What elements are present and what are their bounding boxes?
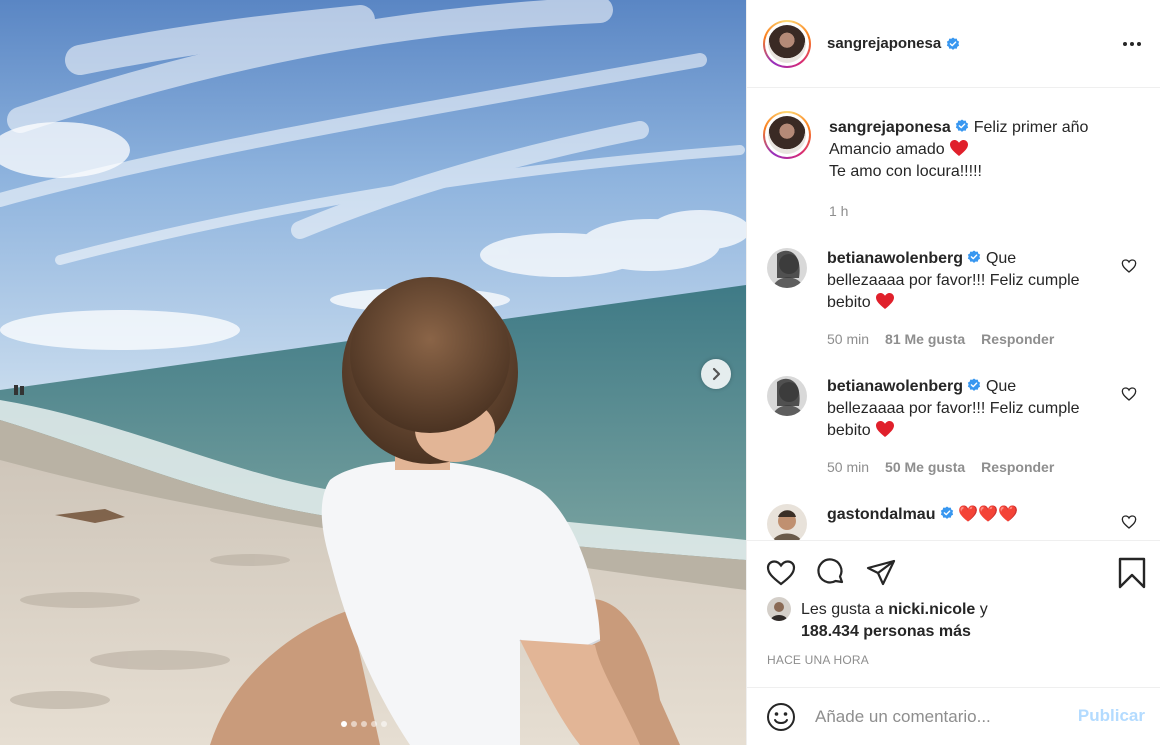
liker-avatar-image bbox=[767, 597, 791, 621]
caption-avatar[interactable] bbox=[768, 116, 806, 154]
carousel-dot bbox=[381, 721, 387, 727]
comment-username[interactable]: betianawolenberg bbox=[827, 378, 963, 395]
carousel-dot-active bbox=[341, 721, 347, 727]
comment-meta: 50 min 50 Me gusta Responder bbox=[827, 456, 1097, 478]
reply-button[interactable]: Responder bbox=[981, 456, 1054, 478]
likes-text: Les gusta a nicki.nicole y 188.434 perso… bbox=[801, 599, 988, 643]
caption-time[interactable]: 1 h bbox=[829, 200, 848, 222]
heart-outline-icon[interactable] bbox=[1121, 258, 1137, 274]
liker-username[interactable]: nicki.nicole bbox=[888, 601, 975, 618]
commenter-avatar[interactable] bbox=[767, 376, 807, 416]
carousel-dot bbox=[371, 721, 377, 727]
likes-summary: Les gusta a nicki.nicole y 188.434 perso… bbox=[767, 597, 988, 643]
comment-icon[interactable] bbox=[815, 557, 847, 589]
heart-outline-icon[interactable] bbox=[765, 557, 797, 589]
add-comment-bar: Publicar bbox=[747, 687, 1160, 745]
add-comment-input[interactable] bbox=[815, 707, 1065, 727]
commenter-avatar[interactable] bbox=[767, 248, 807, 288]
commenter-avatar-image bbox=[767, 376, 807, 416]
verified-badge-icon bbox=[968, 378, 981, 391]
comment-username[interactable]: gastondalmau bbox=[827, 506, 935, 523]
caption-meta: 1 h bbox=[829, 200, 1119, 222]
comment-meta: 50 min 81 Me gusta Responder bbox=[827, 328, 1097, 350]
bookmark-icon[interactable] bbox=[1117, 557, 1147, 589]
story-ring[interactable] bbox=[763, 19, 811, 68]
reply-button[interactable]: Responder bbox=[981, 328, 1054, 350]
caption-body: sangrejaponesa Feliz primer año Amancio … bbox=[829, 117, 1119, 222]
comment-likes[interactable]: 50 Me gusta bbox=[885, 456, 965, 478]
likes-prefix: Les gusta a bbox=[801, 601, 884, 618]
verified-badge-icon bbox=[956, 119, 969, 132]
comment-body: betianawolenberg Que bellezaaaa por favo… bbox=[827, 376, 1097, 478]
comment-item: betianawolenberg Que bellezaaaa por favo… bbox=[763, 376, 1145, 478]
paper-plane-icon[interactable] bbox=[865, 557, 897, 589]
caption-text-line3: Te amo con locura!!!!! bbox=[829, 163, 982, 180]
more-options-button[interactable] bbox=[1120, 34, 1144, 54]
comment-item: betianawolenberg Que bellezaaaa por favo… bbox=[763, 248, 1145, 350]
publish-button[interactable]: Publicar bbox=[1078, 706, 1145, 726]
author-username-row: sangrejaponesa bbox=[827, 35, 960, 52]
comment-time[interactable]: 50 min bbox=[827, 456, 869, 478]
post-footer: Les gusta a nicki.nicole y 188.434 perso… bbox=[747, 540, 1160, 745]
carousel-dot bbox=[361, 721, 367, 727]
carousel-dot bbox=[351, 721, 357, 727]
verified-badge-icon bbox=[940, 506, 954, 519]
post-timestamp[interactable]: HACE UNA HORA bbox=[767, 653, 869, 667]
heart-outline-icon[interactable] bbox=[1121, 514, 1137, 530]
author-avatar[interactable] bbox=[768, 24, 806, 63]
comment-text: ❤️❤️❤️ bbox=[958, 506, 1019, 523]
post-sidebar: sangrejaponesa sangrejaponesa Feliz prim… bbox=[746, 0, 1160, 745]
commenter-avatar-image bbox=[767, 248, 807, 288]
likes-others[interactable]: 188.434 personas más bbox=[801, 623, 971, 640]
red-heart-emoji-icon bbox=[876, 421, 895, 437]
more-horizontal-icon bbox=[1123, 42, 1127, 46]
comments-list[interactable]: sangrejaponesa Feliz primer año Amancio … bbox=[747, 89, 1160, 540]
red-heart-emoji-icon bbox=[876, 293, 895, 309]
commenter-avatar-image bbox=[767, 504, 807, 540]
comment-time[interactable]: 50 min bbox=[827, 328, 869, 350]
comment-likes[interactable]: 81 Me gusta bbox=[885, 328, 965, 350]
liker-avatar[interactable] bbox=[767, 597, 791, 621]
verified-badge-icon bbox=[968, 250, 981, 263]
emoji-smile-icon[interactable] bbox=[765, 701, 797, 733]
heart-outline-icon[interactable] bbox=[1121, 386, 1137, 402]
caption-text-line1: Feliz primer año bbox=[973, 119, 1089, 136]
action-bar bbox=[765, 557, 897, 589]
caption: sangrejaponesa Feliz primer año Amancio … bbox=[763, 111, 1145, 222]
beach-photo-scene bbox=[0, 0, 746, 745]
comment-body: gastondalmau ❤️❤️❤️ bbox=[827, 504, 1097, 540]
verified-badge-icon bbox=[947, 36, 960, 50]
caption-story-ring[interactable] bbox=[763, 111, 811, 159]
caption-username[interactable]: sangrejaponesa bbox=[829, 119, 951, 136]
carousel-indicator bbox=[341, 721, 387, 727]
instagram-post-dialog: sangrejaponesa sangrejaponesa Feliz prim… bbox=[0, 0, 1160, 745]
comment-body: betianawolenberg Que bellezaaaa por favo… bbox=[827, 248, 1097, 350]
post-header: sangrejaponesa bbox=[747, 0, 1160, 88]
comment-username[interactable]: betianawolenberg bbox=[827, 250, 963, 267]
red-heart-emoji-icon bbox=[950, 140, 969, 156]
caption-text-line2: Amancio amado bbox=[829, 141, 945, 158]
chevron-right-icon bbox=[712, 367, 721, 381]
commenter-avatar[interactable] bbox=[767, 504, 807, 540]
post-photo[interactable] bbox=[0, 0, 746, 745]
more-dot bbox=[1130, 42, 1134, 46]
more-dot bbox=[1137, 42, 1141, 46]
author-username[interactable]: sangrejaponesa bbox=[827, 35, 941, 52]
carousel-next-button[interactable] bbox=[701, 359, 731, 389]
likes-connector: y bbox=[979, 601, 988, 618]
comment-item: gastondalmau ❤️❤️❤️ bbox=[763, 504, 1145, 540]
